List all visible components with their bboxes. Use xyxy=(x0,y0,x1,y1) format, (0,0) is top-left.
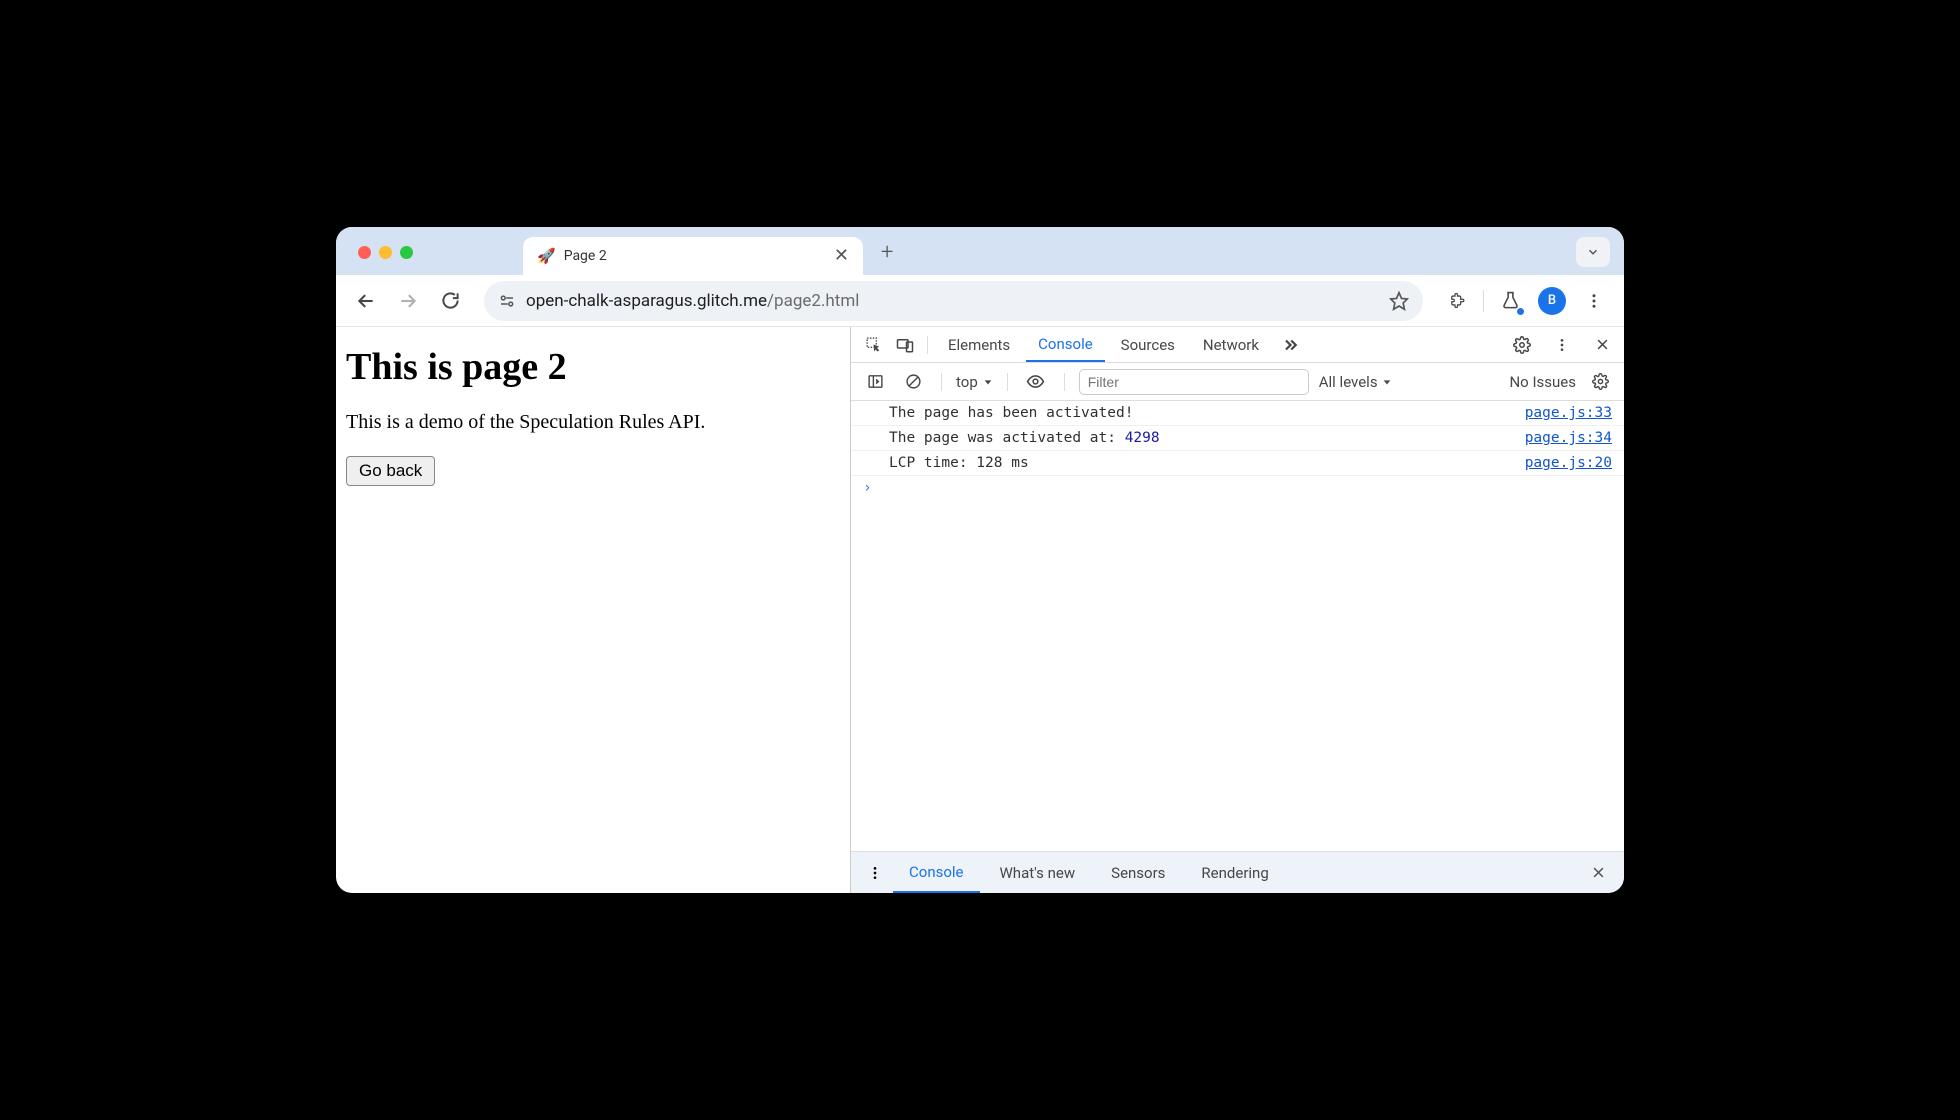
drawer-tab-sensors[interactable]: Sensors xyxy=(1095,852,1181,893)
tab-network[interactable]: Network xyxy=(1191,327,1271,362)
live-expression-icon[interactable] xyxy=(1022,372,1050,391)
page-content: This is page 2 This is a demo of the Spe… xyxy=(336,327,850,893)
url-box[interactable]: open-chalk-asparagus.glitch.me/page2.htm… xyxy=(484,281,1423,321)
filter-input[interactable] xyxy=(1079,369,1309,395)
address-bar: open-chalk-asparagus.glitch.me/page2.htm… xyxy=(336,275,1624,327)
drawer-tab-rendering[interactable]: Rendering xyxy=(1185,852,1284,893)
window-controls xyxy=(358,246,413,275)
console-output: The page has been activated! page.js:33 … xyxy=(851,401,1624,851)
console-prompt[interactable]: › xyxy=(851,476,1624,500)
drawer-menu-icon[interactable] xyxy=(861,865,889,881)
close-drawer-icon[interactable] xyxy=(1583,865,1614,880)
close-tab-button[interactable]: ✕ xyxy=(834,247,849,265)
clear-console-icon[interactable] xyxy=(899,373,927,390)
devtools-tabs: Elements Console Sources Network xyxy=(851,327,1624,363)
page-heading: This is page 2 xyxy=(346,345,840,389)
chrome-menu-icon[interactable] xyxy=(1576,283,1612,319)
browser-window: 🚀 Page 2 ✕ + open-chalk-asparagus.glitch… xyxy=(336,227,1624,893)
more-tabs-icon[interactable] xyxy=(1275,336,1303,354)
tab-title: Page 2 xyxy=(564,248,826,264)
log-row: The page was activated at: 4298 page.js:… xyxy=(851,426,1624,451)
page-paragraph: This is a demo of the Speculation Rules … xyxy=(346,411,840,434)
console-settings-icon[interactable] xyxy=(1586,373,1614,390)
log-row: LCP time: 128 ms page.js:20 xyxy=(851,451,1624,476)
devtools-settings-icon[interactable] xyxy=(1508,336,1536,354)
search-tabs-button[interactable] xyxy=(1576,237,1610,267)
context-selector[interactable]: top xyxy=(956,373,993,391)
minimize-window-button[interactable] xyxy=(379,246,392,259)
tab-elements[interactable]: Elements xyxy=(936,327,1022,362)
tab-console[interactable]: Console xyxy=(1026,327,1105,362)
site-settings-icon[interactable] xyxy=(498,292,516,310)
source-link[interactable]: page.js:34 xyxy=(1525,430,1612,446)
extensions-icon[interactable] xyxy=(1439,283,1475,319)
forward-button[interactable] xyxy=(390,283,426,319)
maximize-window-button[interactable] xyxy=(400,246,413,259)
device-toolbar-icon[interactable] xyxy=(891,336,919,354)
close-window-button[interactable] xyxy=(358,246,371,259)
drawer-tab-console[interactable]: Console xyxy=(893,852,980,893)
tab-favicon: 🚀 xyxy=(537,247,556,265)
source-link[interactable]: page.js:33 xyxy=(1525,405,1612,421)
go-back-button[interactable]: Go back xyxy=(346,456,435,486)
source-link[interactable]: page.js:20 xyxy=(1525,455,1612,471)
labs-icon[interactable] xyxy=(1492,283,1528,319)
reload-button[interactable] xyxy=(432,283,468,319)
profile-avatar[interactable]: B xyxy=(1534,283,1570,319)
tab-sources[interactable]: Sources xyxy=(1109,327,1187,362)
console-toolbar: top All levels No Issues xyxy=(851,363,1624,401)
bookmark-icon[interactable] xyxy=(1389,291,1409,311)
issues-count[interactable]: No Issues xyxy=(1509,373,1576,391)
back-button[interactable] xyxy=(348,283,384,319)
browser-tab[interactable]: 🚀 Page 2 ✕ xyxy=(523,237,863,275)
url-text: open-chalk-asparagus.glitch.me/page2.htm… xyxy=(526,291,1379,311)
devtools-more-icon[interactable] xyxy=(1548,337,1576,353)
sidebar-toggle-icon[interactable] xyxy=(861,373,889,390)
log-row: The page has been activated! page.js:33 xyxy=(851,401,1624,426)
inspect-element-icon[interactable] xyxy=(859,336,887,353)
tab-bar: 🚀 Page 2 ✕ + xyxy=(336,227,1624,275)
devtools-panel: Elements Console Sources Network xyxy=(850,327,1624,893)
close-devtools-icon[interactable] xyxy=(1588,337,1616,352)
new-tab-button[interactable]: + xyxy=(881,240,893,275)
content-area: This is page 2 This is a demo of the Spe… xyxy=(336,327,1624,893)
drawer-tab-whatsnew[interactable]: What's new xyxy=(984,852,1092,893)
divider xyxy=(1483,290,1484,312)
log-levels-selector[interactable]: All levels xyxy=(1319,373,1392,391)
devtools-drawer: Console What's new Sensors Rendering xyxy=(851,851,1624,893)
